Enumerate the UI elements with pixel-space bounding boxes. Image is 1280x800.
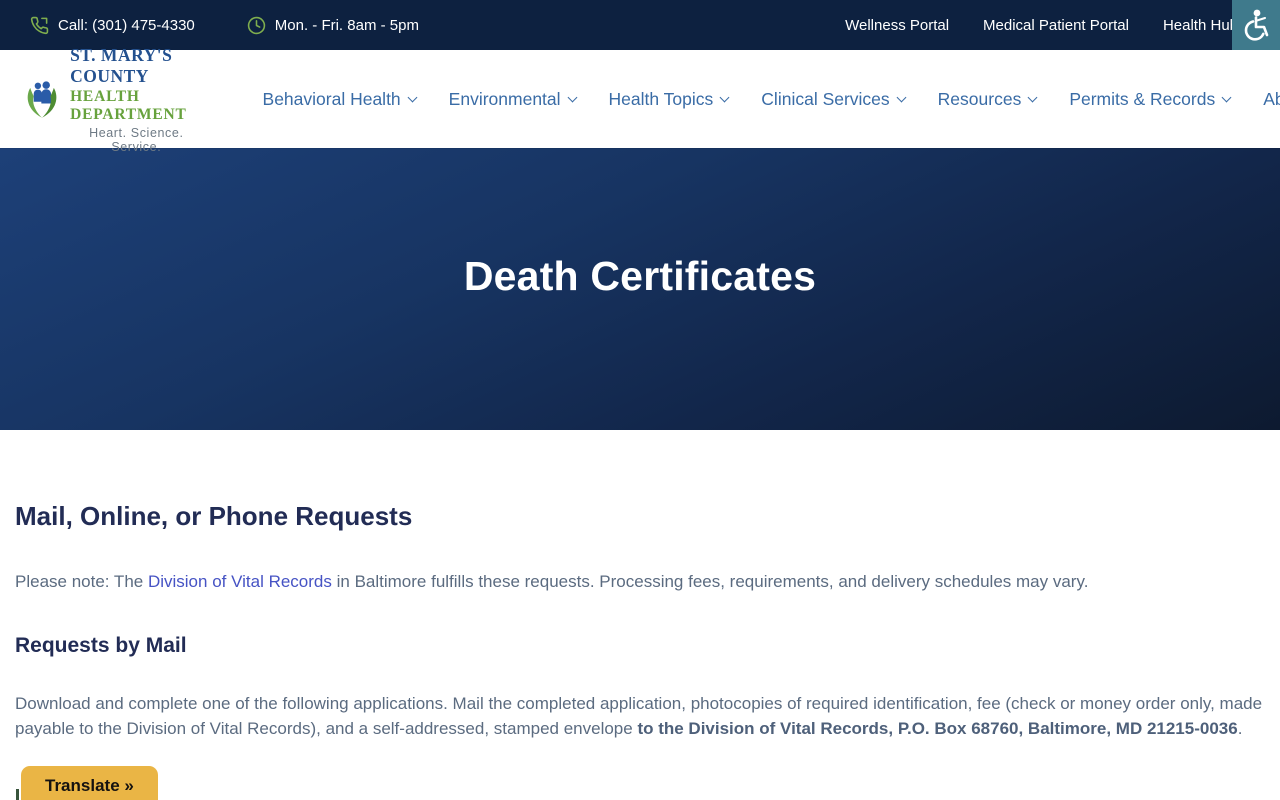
logo-tagline: Heart. Science. Service. xyxy=(89,125,184,154)
note-paragraph: Please note: The Division of Vital Recor… xyxy=(15,569,1265,594)
chevron-down-icon xyxy=(719,92,730,102)
note-text-after: in Baltimore fulfills these requests. Pr… xyxy=(331,572,1089,591)
chevron-down-icon xyxy=(1027,92,1038,102)
logo-org-name: ST. MARY'S COUNTY xyxy=(70,44,173,86)
chevron-down-icon xyxy=(1221,92,1232,102)
mail-address-bold: to the Division of Vital Records, P.O. B… xyxy=(637,719,1238,738)
nav-permits-records[interactable]: Permits & Records xyxy=(1069,88,1232,110)
wellness-portal-link[interactable]: Wellness Portal xyxy=(845,17,949,34)
nav-behavioral-health[interactable]: Behavioral Health xyxy=(262,88,418,110)
main-content: Mail, Online, or Phone Requests Please n… xyxy=(0,501,1280,741)
phone-number[interactable]: Call: (301) 475-4330 xyxy=(58,17,195,34)
wheelchair-accessibility-icon xyxy=(1244,9,1269,41)
translate-button[interactable]: Translate » xyxy=(21,766,158,800)
division-vital-records-link[interactable]: Division of Vital Records xyxy=(148,572,332,591)
phone-info: Call: (301) 475-4330 xyxy=(30,16,195,35)
main-nav: Behavioral Health Environmental Health T… xyxy=(263,89,1280,110)
nav-label: About xyxy=(1263,88,1280,109)
section-heading: Mail, Online, or Phone Requests xyxy=(15,501,413,531)
topbar-links: Wellness Portal Medical Patient Portal H… xyxy=(845,17,1238,34)
medical-patient-portal-link[interactable]: Medical Patient Portal xyxy=(983,17,1129,34)
logo-hands-figures-icon xyxy=(27,81,57,118)
site-header: ST. MARY'S COUNTY HEALTH DEPARTMENT Hear… xyxy=(0,45,1280,154)
note-text-before: Please note: The xyxy=(15,572,148,591)
logo-dept-name: HEALTH DEPARTMENT xyxy=(70,87,187,123)
logo-text: ST. MARY'S COUNTY HEALTH DEPARTMENT Hear… xyxy=(70,45,202,154)
nav-label: Clinical Services xyxy=(761,88,890,109)
nav-label: Permits & Records xyxy=(1069,88,1216,109)
nav-environmental[interactable]: Environmental xyxy=(448,88,577,110)
nav-label: Behavioral Health xyxy=(262,88,401,109)
hours-info: Mon. - Fri. 8am - 5pm xyxy=(247,16,419,35)
business-hours: Mon. - Fri. 8am - 5pm xyxy=(274,16,419,34)
nav-label: Resources xyxy=(937,88,1022,109)
nav-label: Environmental xyxy=(448,88,561,109)
site-logo[interactable]: ST. MARY'S COUNTY HEALTH DEPARTMENT Hear… xyxy=(24,45,203,154)
mail-text-after: . xyxy=(1237,719,1243,738)
sub-heading: Requests by Mail xyxy=(15,634,187,657)
chevron-down-icon xyxy=(567,92,577,102)
nav-about[interactable]: About xyxy=(1263,89,1280,110)
nav-resources[interactable]: Resources xyxy=(937,88,1038,110)
phone-incoming-icon xyxy=(30,16,49,35)
page-title: Death Certificates xyxy=(463,252,817,299)
cutoff-list-fragment xyxy=(16,789,19,800)
chevron-down-icon xyxy=(896,92,907,102)
nav-label: Health Topics xyxy=(608,88,714,109)
mail-instructions-paragraph: Download and complete one of the followi… xyxy=(15,691,1265,741)
topbar: Call: (301) 475-4330 Mon. - Fri. 8am - 5… xyxy=(0,0,1280,50)
clock-icon xyxy=(247,16,266,35)
health-hub-link[interactable]: Health Hub xyxy=(1163,17,1238,34)
nav-clinical-services[interactable]: Clinical Services xyxy=(761,88,907,110)
topbar-contact-group: Call: (301) 475-4330 Mon. - Fri. 8am - 5… xyxy=(30,16,419,35)
hero-banner: Death Certificates xyxy=(0,148,1280,430)
nav-health-topics[interactable]: Health Topics xyxy=(608,88,730,110)
accessibility-widget-button[interactable] xyxy=(1232,0,1280,50)
chevron-down-icon xyxy=(407,92,418,102)
